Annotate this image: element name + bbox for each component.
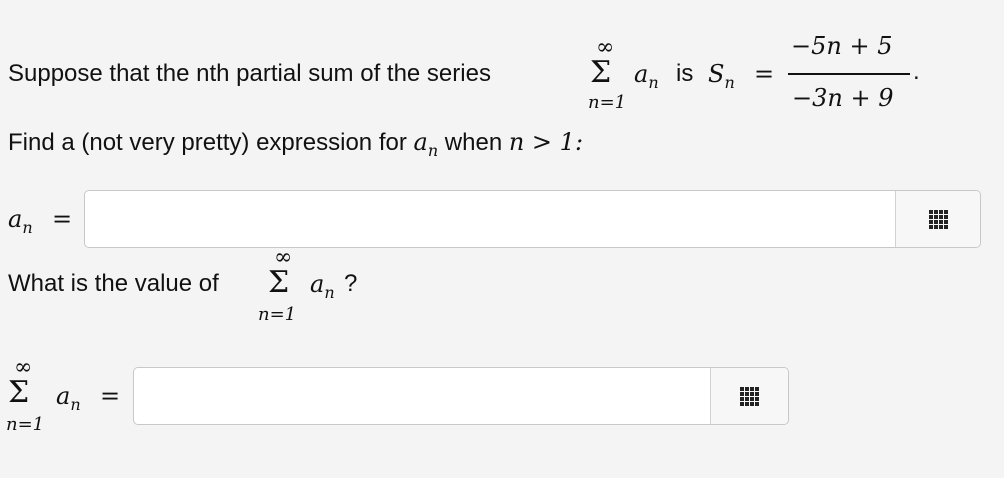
fraction-numerator: −5n + 5	[791, 32, 893, 60]
answer2-matrix-button[interactable]	[710, 368, 788, 424]
fraction-bar	[788, 73, 910, 75]
intro-text: Suppose that the nth partial sum of the …	[8, 60, 491, 87]
term-subscript: n	[648, 73, 659, 92]
answer1-label-subscript: n	[22, 218, 33, 237]
question2-prompt-pre: What is the value of	[8, 270, 219, 297]
answer2-sum-lower: n=1	[6, 414, 45, 435]
answer2-field[interactable]	[133, 367, 789, 425]
question2-term-subscript: n	[324, 283, 335, 302]
question1-term-subscript: n	[427, 141, 439, 160]
grid-icon	[740, 386, 759, 406]
answer2-term-subscript: n	[70, 395, 81, 414]
answer1-label: an	[8, 205, 33, 242]
partial-sum-letter: S	[708, 60, 725, 88]
period: .	[913, 58, 920, 85]
question2-prompt-post: ?	[344, 270, 358, 297]
answer2-term: an	[56, 382, 81, 419]
question2-sum-lower: n=1	[258, 304, 297, 325]
question2-sigma: Σ	[268, 265, 290, 300]
partial-sum-subscript: n	[724, 73, 735, 92]
answer2-equals: =	[100, 382, 121, 410]
question1-prompt-pre: Find a (not very pretty) expression for	[8, 129, 407, 156]
answer1-matrix-button[interactable]	[895, 191, 980, 247]
sigma-symbol: Σ	[590, 55, 612, 90]
series-term: an	[634, 60, 659, 97]
answer2-input[interactable]	[142, 382, 706, 412]
question2-term: an	[310, 270, 335, 307]
question2-term-letter: a	[310, 270, 325, 298]
partial-sum-symbol: Sn	[708, 60, 735, 97]
question1-condition: n > 1:	[508, 128, 584, 156]
equals-sign: =	[754, 60, 775, 88]
fraction-denominator: −3n + 9	[792, 84, 894, 112]
question1-term-letter: a	[413, 128, 428, 156]
question1-term: an	[413, 128, 439, 160]
is-text: is	[676, 60, 694, 87]
question1-prompt: Find a (not very pretty) expression for …	[8, 128, 583, 165]
answer1-input[interactable]	[93, 205, 897, 235]
answer1-label-term: a	[8, 205, 23, 233]
term-letter: a	[634, 60, 649, 88]
sum-lower-limit: n=1	[588, 92, 627, 113]
answer1-equals: =	[52, 205, 73, 233]
answer2-term-letter: a	[56, 382, 71, 410]
question1-prompt-mid: when	[444, 129, 503, 156]
grid-icon	[928, 209, 948, 229]
answer2-sigma: Σ	[8, 375, 30, 410]
answer1-field[interactable]	[84, 190, 981, 248]
